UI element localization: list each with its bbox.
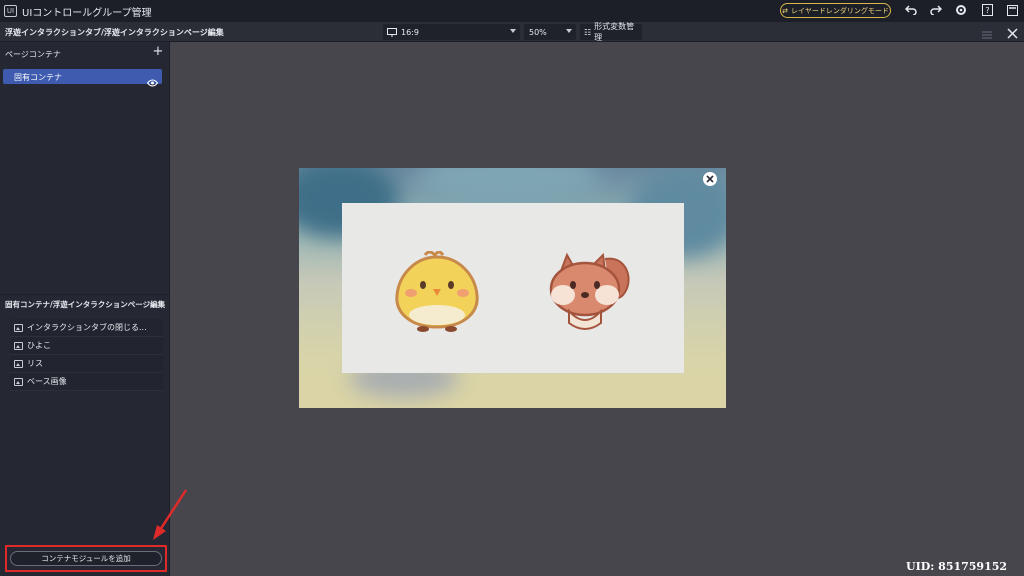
chevron-down-icon [566, 29, 572, 33]
mode-button-label: レイヤードレンダリングモード [791, 6, 889, 15]
page-item-label: 固有コンテナ [14, 73, 62, 82]
minimize-icon[interactable] [1005, 3, 1019, 17]
eye-icon[interactable] [146, 72, 159, 91]
list-item[interactable]: ひよこ [10, 337, 163, 355]
chevron-down-icon [510, 29, 516, 33]
close-icon[interactable] [1006, 25, 1019, 39]
svg-text:?: ? [985, 6, 989, 15]
breadcrumb: 浮遊インタラクションタブ/浮遊インタラクションページ編集 [5, 28, 224, 37]
chick-character[interactable] [389, 251, 485, 333]
toolbar: 浮遊インタラクションタブ/浮遊インタラクションページ編集 16:9 50% ☷ … [0, 22, 1024, 42]
undo-icon[interactable] [904, 3, 918, 17]
squirrel-character[interactable] [545, 245, 635, 335]
content-panel[interactable] [342, 203, 684, 373]
image-icon [14, 341, 23, 350]
app-title: UIコントロールグループ管理 [22, 7, 152, 19]
list-item-label: リス [27, 359, 43, 368]
image-icon [14, 377, 23, 386]
layers-icon[interactable] [981, 26, 993, 39]
zoom-value: 50% [529, 27, 547, 37]
format-variable-button[interactable]: ☷ 形式変数管理 [580, 22, 642, 42]
uid-label: UID: 851759152 [906, 560, 1008, 573]
zoom-select[interactable]: 50% [524, 24, 576, 40]
page-container-header: ページコンテナ [5, 50, 61, 59]
canvas-area[interactable] [171, 42, 1024, 576]
list-settings-icon: ☷ [584, 27, 592, 37]
aspect-ratio-value: 16:9 [401, 27, 419, 37]
monitor-icon [387, 27, 397, 37]
aspect-ratio-select[interactable]: 16:9 [383, 24, 520, 40]
list-item-label: インタラクションタブの閉じる... [27, 323, 147, 332]
preview-scene [299, 168, 726, 408]
scene-close-icon[interactable] [703, 172, 717, 186]
image-icon [14, 323, 23, 332]
add-page-icon[interactable]: + [151, 45, 165, 59]
swap-icon: ⇄ [782, 6, 789, 15]
add-container-module-button[interactable]: コンテナモジュールを追加 [10, 551, 162, 566]
module-list: インタラクションタブの閉じる... ひよこ リス ベース画像 [10, 319, 163, 391]
app-logo-icon: UI [4, 5, 17, 17]
list-item-label: ひよこ [27, 341, 51, 350]
list-item[interactable]: リス [10, 355, 163, 373]
left-panel: ページコンテナ + 固有コンテナ 固有コンテナ/浮遊インタラクションページ編集 … [0, 42, 170, 576]
image-icon [14, 359, 23, 368]
page-item-fixed-container[interactable]: 固有コンテナ [3, 69, 162, 87]
help-icon[interactable]: ? [980, 3, 994, 17]
section-title: 固有コンテナ/浮遊インタラクションページ編集 [5, 300, 166, 309]
format-variable-label: 形式変数管理 [594, 22, 635, 42]
layered-rendering-mode-button[interactable]: ⇄ レイヤードレンダリングモード [780, 3, 891, 18]
panel-divider [0, 294, 170, 295]
redo-icon[interactable] [929, 3, 943, 17]
settings-icon[interactable] [954, 3, 968, 17]
list-item-label: ベース画像 [27, 377, 67, 386]
background-blur [419, 168, 599, 208]
list-item[interactable]: ベース画像 [10, 373, 163, 391]
title-bar: UI UIコントロールグループ管理 ⇄ レイヤードレンダリングモード ? [0, 0, 1024, 22]
add-module-highlight: コンテナモジュールを追加 [5, 545, 167, 572]
list-item[interactable]: インタラクションタブの閉じる... [10, 319, 163, 337]
